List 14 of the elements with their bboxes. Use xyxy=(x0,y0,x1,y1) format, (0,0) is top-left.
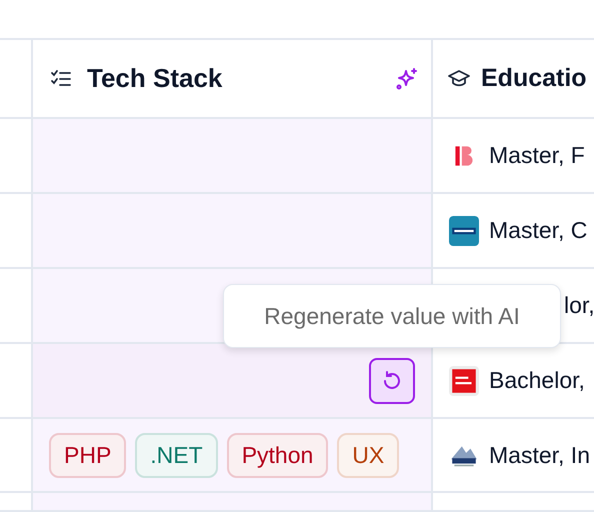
education-text: Bachelor, xyxy=(489,367,585,394)
education-text: Master, C xyxy=(489,217,588,244)
tag: Python xyxy=(226,432,328,478)
education-text: Master, F xyxy=(489,142,585,169)
tooltip: Regenerate value with AI xyxy=(223,284,561,348)
column-header[interactable]: Tech Stack xyxy=(87,63,222,94)
sparkle-icon[interactable] xyxy=(395,66,419,90)
education-text: Master, In xyxy=(489,442,590,468)
tag: PHP xyxy=(49,432,126,478)
tag: .NET xyxy=(135,432,218,478)
regenerate-button[interactable] xyxy=(369,358,415,404)
tag: UX xyxy=(337,432,400,478)
education-text: lor, xyxy=(564,292,594,319)
column-header[interactable]: Educatio xyxy=(481,64,587,93)
